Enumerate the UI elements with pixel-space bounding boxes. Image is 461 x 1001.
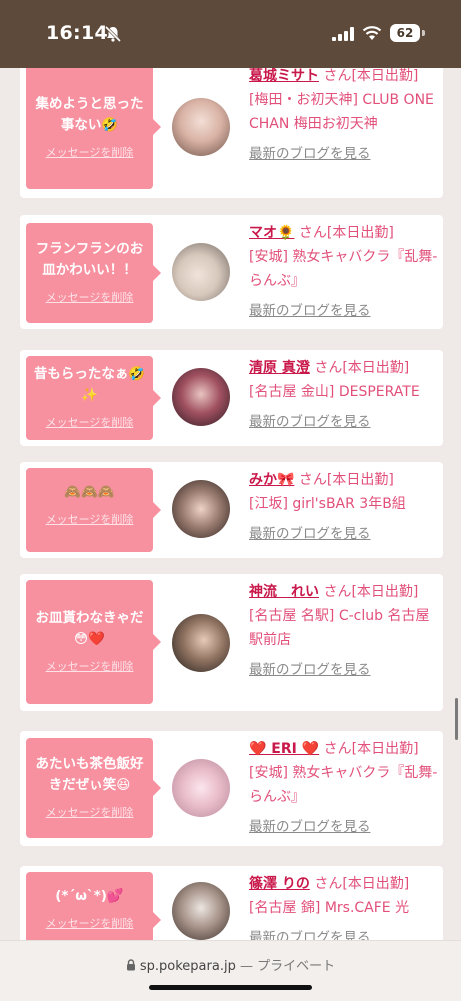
message-card: 昔もらったなぁ🤣✨ メッセージを削除 清原 真澄 さん[本日出勤] [名古屋 金… (20, 350, 443, 446)
message-bubble: お皿貰わなきゃだ😳❤️ メッセージを削除 (26, 580, 161, 704)
message-text: フランフランのお皿かわいい！！ (35, 241, 144, 278)
delete-message-link[interactable]: メッセージを削除 (26, 144, 153, 160)
avatar[interactable] (172, 368, 230, 426)
delete-message-link[interactable]: メッセージを削除 (26, 658, 153, 674)
message-text: お皿貰わなきゃだ😳❤️ (35, 610, 144, 647)
cast-status: さん[本日出勤] (319, 584, 419, 600)
wifi-icon (362, 26, 382, 40)
cast-info: 神流 れい さん[本日出勤] [名古屋 名駅] C-club 名古屋駅前店 最新… (249, 580, 439, 682)
cast-status: さん[本日出勤] (294, 225, 394, 241)
cast-name-link[interactable]: 篠澤 りの (249, 876, 310, 892)
shop-name: [梅田・お初天神] CLUB ONE CHAN 梅田お初天神 (249, 92, 434, 132)
status-bar: 16:14 62 (0, 0, 461, 68)
cast-name-link[interactable]: ❤️ ERI ❤️ (249, 741, 319, 757)
bell-muted-icon (104, 25, 122, 43)
latest-blog-link[interactable]: 最新のブログを見る (249, 815, 439, 839)
avatar[interactable] (172, 759, 230, 817)
shop-name: [安城] 熟女キャバクラ『乱舞-らんぶ』 (249, 249, 438, 289)
shop-name: [名古屋 名駅] C-club 名古屋駅前店 (249, 608, 430, 648)
message-card: フランフランのお皿かわいい！！ メッセージを削除 マオ🌻 さん[本日出勤] [安… (20, 215, 443, 329)
latest-blog-link[interactable]: 最新のブログを見る (249, 142, 439, 166)
message-card: あたいも茶色飯好きだぜぃ笑😆 メッセージを削除 ❤️ ERI ❤️ さん[本日出… (20, 731, 443, 846)
cast-info: 篠澤 りの さん[本日出勤] [名古屋 錦] Mrs.CAFE 光 最新のブログ… (249, 872, 439, 940)
avatar[interactable] (172, 614, 230, 672)
url-text: sp.pokepara.jp (139, 959, 236, 974)
delete-message-link[interactable]: メッセージを削除 (26, 915, 153, 931)
battery-tip (422, 30, 425, 36)
browser-address-bar[interactable]: sp.pokepara.jp — プライベート (0, 940, 461, 1001)
message-bubble: 昔もらったなぁ🤣✨ メッセージを削除 (26, 356, 161, 440)
home-indicator[interactable] (149, 985, 312, 990)
cast-info: マオ🌻 さん[本日出勤] [安城] 熟女キャバクラ『乱舞-らんぶ』 最新のブログ… (249, 221, 439, 323)
delete-message-link[interactable]: メッセージを削除 (26, 804, 153, 820)
message-bubble: あたいも茶色飯好きだぜぃ笑😆 メッセージを削除 (26, 738, 161, 838)
message-card: (*´ω`*)💕 メッセージを削除 篠澤 りの さん[本日出勤] [名古屋 錦]… (20, 866, 443, 940)
cast-info: ❤️ ERI ❤️ さん[本日出勤] [安城] 熟女キャバクラ『乱舞-らんぶ』 … (249, 737, 439, 839)
message-bubble: 🙈🙈🙈 メッセージを削除 (26, 468, 161, 552)
message-text: 🙈🙈🙈 (64, 484, 115, 500)
shop-name: [名古屋 錦] Mrs.CAFE 光 (249, 900, 410, 916)
cast-status: さん[本日出勤] (309, 876, 410, 892)
message-card: お皿貰わなきゃだ😳❤️ メッセージを削除 神流 れい さん[本日出勤] [名古屋… (20, 574, 443, 711)
latest-blog-link[interactable]: 最新のブログを見る (249, 522, 439, 546)
cast-name-link[interactable]: 清原 真澄 (249, 360, 310, 376)
cast-status: さん[本日出勤] (319, 68, 419, 84)
avatar[interactable] (172, 882, 230, 940)
battery-icon: 62 (390, 24, 420, 42)
delete-message-link[interactable]: メッセージを削除 (26, 511, 153, 527)
message-card: 🙈🙈🙈 メッセージを削除 みか🎀 さん[本日出勤] [江坂] girl'sBAR… (20, 462, 443, 558)
cast-name-link[interactable]: 葛城ミサト (249, 68, 319, 84)
url-display[interactable]: sp.pokepara.jp — プライベート (0, 955, 461, 974)
shop-name: [安城] 熟女キャバクラ『乱舞-らんぶ』 (249, 765, 438, 805)
message-text: 昔もらったなぁ🤣✨ (33, 366, 146, 403)
cast-status: さん[本日出勤] (294, 472, 394, 488)
private-mode-label: プライベート (257, 959, 336, 974)
avatar[interactable] (172, 480, 230, 538)
lock-icon (126, 959, 135, 971)
message-text: (*´ω`*)💕 (55, 888, 124, 904)
delete-message-link[interactable]: メッセージを削除 (26, 289, 153, 305)
avatar[interactable] (172, 243, 230, 301)
message-bubble: (*´ω`*)💕 メッセージを削除 (26, 872, 161, 940)
scrollbar[interactable] (455, 698, 458, 740)
cast-info: 清原 真澄 さん[本日出勤] [名古屋 金山] DESPERATE 最新のブログ… (249, 356, 439, 434)
message-card: 集めようと思った事ない🤣 メッセージを削除 葛城ミサト さん[本日出勤] [梅田… (20, 68, 443, 198)
latest-blog-link[interactable]: 最新のブログを見る (249, 410, 439, 434)
latest-blog-link[interactable]: 最新のブログを見る (249, 926, 439, 940)
message-bubble: 集めようと思った事ない🤣 メッセージを削除 (26, 68, 161, 189)
message-list: 集めようと思った事ない🤣 メッセージを削除 葛城ミサト さん[本日出勤] [梅田… (0, 68, 461, 940)
message-text: あたいも茶色飯好きだぜぃ笑😆 (35, 756, 144, 793)
cast-info: みか🎀 さん[本日出勤] [江坂] girl'sBAR 3年B組 最新のブログを… (249, 468, 439, 546)
cast-status: さん[本日出勤] (319, 741, 419, 757)
shop-name: [名古屋 金山] DESPERATE (249, 384, 420, 400)
status-time: 16:14 (46, 22, 108, 44)
latest-blog-link[interactable]: 最新のブログを見る (249, 299, 439, 323)
url-separator: — (235, 959, 258, 974)
cast-name-link[interactable]: 神流 れい (249, 584, 319, 600)
latest-blog-link[interactable]: 最新のブログを見る (249, 658, 439, 682)
delete-message-link[interactable]: メッセージを削除 (26, 414, 153, 430)
cast-info: 葛城ミサト さん[本日出勤] [梅田・お初天神] CLUB ONE CHAN 梅… (249, 68, 439, 166)
shop-name: [江坂] girl'sBAR 3年B組 (249, 496, 406, 512)
message-text: 集めようと思った事ない🤣 (35, 96, 144, 133)
cast-name-link[interactable]: マオ🌻 (249, 225, 294, 241)
avatar[interactable] (172, 98, 230, 156)
cellular-signal-icon (332, 27, 354, 41)
cast-name-link[interactable]: みか🎀 (249, 472, 294, 488)
cast-status: さん[本日出勤] (309, 360, 410, 376)
message-bubble: フランフランのお皿かわいい！！ メッセージを削除 (26, 223, 161, 323)
